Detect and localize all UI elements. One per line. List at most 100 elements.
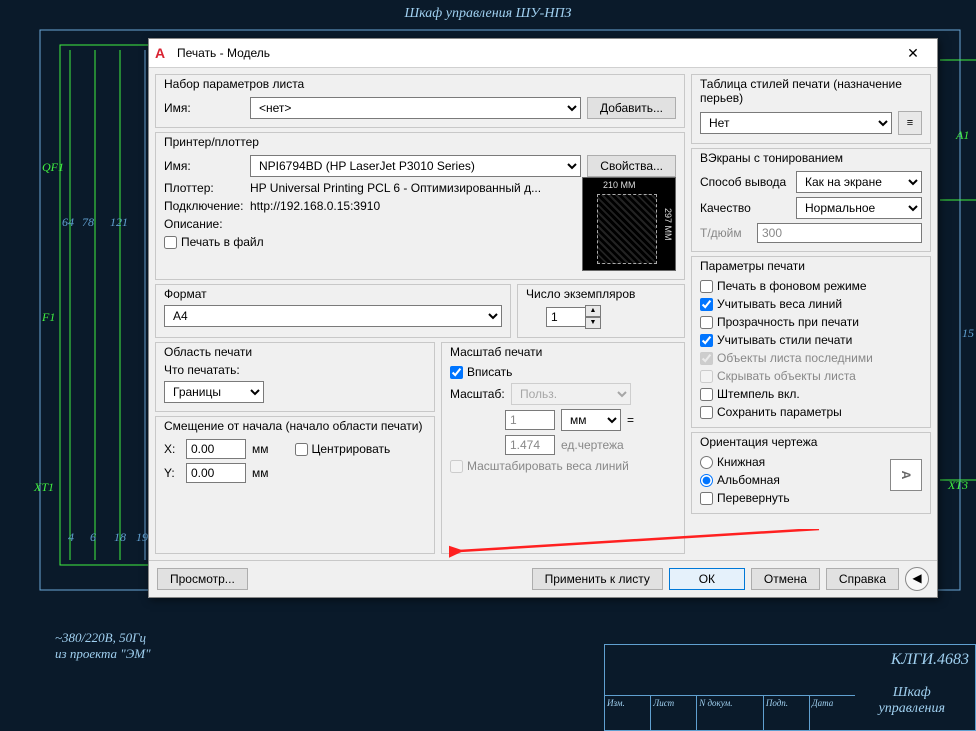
viewport-group: ВЭкраны с тонированием Способ вывода Как … bbox=[691, 148, 931, 252]
cad-label-15: 15 bbox=[962, 326, 974, 341]
paper-preview: 210 MM 297 MM bbox=[582, 177, 676, 271]
opt-bg-label: Печать в фоновом режиме bbox=[717, 279, 867, 293]
orientation-group: Ориентация чертежа Книжная Альбомная Пер… bbox=[691, 432, 931, 514]
opt-stamp-label: Штемпель вкл. bbox=[717, 387, 800, 401]
scale-unit2: ед.чертежа bbox=[561, 438, 624, 452]
connection-label: Подключение: bbox=[164, 199, 244, 213]
offset-y-unit: мм bbox=[252, 466, 269, 480]
options-legend: Параметры печати bbox=[700, 259, 922, 273]
viewport-dpi-label: Т/дюйм bbox=[700, 226, 751, 240]
cancel-button[interactable]: Отмена bbox=[751, 568, 820, 590]
copies-spinner[interactable]: ▲▼ bbox=[546, 305, 601, 329]
orientation-flip-checkbox[interactable]: Перевернуть bbox=[700, 491, 922, 505]
app-icon: A bbox=[155, 45, 171, 61]
format-select[interactable]: A4 bbox=[164, 305, 502, 327]
offset-y-label: Y: bbox=[164, 466, 180, 480]
cad-titleblock: КЛГИ.4683 Шкаф управления Изм. Лист N до… bbox=[604, 644, 976, 731]
tb-col-3: Подп. bbox=[764, 696, 810, 730]
opt-styles-label: Учитывать стили печати bbox=[717, 333, 852, 347]
printer-props-button[interactable]: Свойства... bbox=[587, 155, 676, 177]
orientation-landscape-radio[interactable]: Альбомная bbox=[700, 473, 922, 487]
viewport-quality-select[interactable]: Нормальное bbox=[796, 197, 922, 219]
plotter-value: HP Universal Printing PCL 6 - Оптимизиро… bbox=[250, 181, 574, 195]
copies-input[interactable] bbox=[546, 307, 586, 327]
scale-fit-label: Вписать bbox=[467, 365, 512, 379]
opt-stamp-checkbox[interactable]: Штемпель вкл. bbox=[700, 387, 922, 401]
close-button[interactable]: ✕ bbox=[895, 42, 931, 64]
cad-label-78: 78 bbox=[82, 215, 94, 230]
opt-save-label: Сохранить параметры bbox=[717, 405, 842, 419]
ok-button[interactable]: ОК bbox=[669, 568, 745, 590]
copies-up[interactable]: ▲ bbox=[585, 305, 601, 317]
apply-button[interactable]: Применить к листу bbox=[532, 568, 663, 590]
area-what-select[interactable]: Границы bbox=[164, 381, 264, 403]
cad-label-b4: 4 bbox=[68, 530, 74, 545]
preview-width: 210 MM bbox=[603, 180, 636, 190]
opt-lw-checkbox[interactable]: Учитывать веса линий bbox=[700, 297, 922, 311]
scale-lineweights-checkbox: Масштабировать веса линий bbox=[450, 459, 676, 473]
cad-label-b6: 6 bbox=[90, 530, 96, 545]
viewport-mode-select[interactable]: Как на экране bbox=[796, 171, 922, 193]
orientation-icon: A bbox=[890, 459, 922, 491]
help-button[interactable]: Справка bbox=[826, 568, 899, 590]
options-group: Параметры печати Печать в фоновом режиме… bbox=[691, 256, 931, 428]
printer-name-select[interactable]: NPI6794BD (HP LaserJet P3010 Series) bbox=[250, 155, 581, 177]
styletable-select[interactable]: Нет bbox=[700, 112, 892, 134]
viewport-mode-label: Способ вывода bbox=[700, 175, 790, 189]
cad-label-xt1: XT1 bbox=[34, 480, 54, 495]
area-legend: Область печати bbox=[164, 345, 426, 359]
print-to-file-checkbox[interactable]: Печать в файл bbox=[164, 235, 574, 249]
offset-center-checkbox[interactable]: Центрировать bbox=[295, 442, 391, 456]
orientation-portrait-radio[interactable]: Книжная bbox=[700, 455, 922, 469]
area-what-label: Что печатать: bbox=[164, 363, 426, 377]
scale-legend: Масштаб печати bbox=[450, 345, 676, 359]
orientation-landscape-label: Альбомная bbox=[717, 473, 780, 487]
opt-transp-label: Прозрачность при печати bbox=[717, 315, 859, 329]
opt-hide-checkbox: Скрывать объекты листа bbox=[700, 369, 922, 383]
cad-label-b19: 19 bbox=[136, 530, 148, 545]
orientation-legend: Ориентация чертежа bbox=[700, 435, 922, 449]
print-dialog: A Печать - Модель ✕ Набор параметров лис… bbox=[148, 38, 938, 598]
styletable-group: Таблица стилей печати (назначение перьев… bbox=[691, 74, 931, 144]
opt-lw-label: Учитывать веса линий bbox=[717, 297, 842, 311]
cad-titleblock-name: Шкаф управления bbox=[879, 685, 945, 717]
pageset-name-label: Имя: bbox=[164, 101, 244, 115]
copies-legend: Число экземпляров bbox=[526, 287, 676, 301]
printer-group: Принтер/плоттер Имя: NPI6794BD (HP Laser… bbox=[155, 132, 685, 280]
cad-label-qf1: QF1 bbox=[42, 160, 64, 175]
scale-group: Масштаб печати Вписать Масштаб: Польз. м… bbox=[441, 342, 685, 554]
styletable-edit-button[interactable]: ≡ bbox=[898, 111, 922, 135]
viewport-quality-label: Качество bbox=[700, 201, 790, 215]
offset-x-input[interactable] bbox=[186, 439, 246, 459]
scale-select: Польз. bbox=[511, 383, 631, 405]
pageset-add-button[interactable]: Добавить... bbox=[587, 97, 676, 119]
expand-button[interactable]: ◀ bbox=[905, 567, 929, 591]
preview-button[interactable]: Просмотр... bbox=[157, 568, 248, 590]
offset-center-label: Центрировать bbox=[312, 442, 391, 456]
offset-y-input[interactable] bbox=[186, 463, 246, 483]
opt-bg-checkbox[interactable]: Печать в фоновом режиме bbox=[700, 279, 922, 293]
viewport-legend: ВЭкраны с тонированием bbox=[700, 151, 922, 165]
orientation-portrait-label: Книжная bbox=[717, 455, 765, 469]
opt-styles-checkbox[interactable]: Учитывать стили печати bbox=[700, 333, 922, 347]
offset-x-unit: мм bbox=[252, 442, 269, 456]
preview-height: 297 MM bbox=[663, 208, 673, 241]
copies-down[interactable]: ▼ bbox=[585, 317, 601, 329]
pageset-group: Набор параметров листа Имя: <нет> Добави… bbox=[155, 74, 685, 128]
dialog-title: Печать - Модель bbox=[177, 46, 895, 60]
opt-save-checkbox[interactable]: Сохранить параметры bbox=[700, 405, 922, 419]
styletable-legend: Таблица стилей печати (назначение перьев… bbox=[700, 77, 922, 105]
printer-name-label: Имя: bbox=[164, 159, 244, 173]
cad-notes: ~380/220В, 50Гц из проекта "ЭМ" bbox=[55, 630, 151, 662]
offset-x-label: X: bbox=[164, 442, 180, 456]
pageset-name-select[interactable]: <нет> bbox=[250, 97, 581, 119]
scale-unit1-select[interactable]: мм bbox=[561, 409, 621, 431]
plotter-label: Плоттер: bbox=[164, 181, 244, 195]
cad-label-f1: F1 bbox=[42, 310, 55, 325]
scale-fit-checkbox[interactable]: Вписать bbox=[450, 365, 676, 379]
tb-col-0: Изм. bbox=[605, 696, 651, 730]
pageset-legend: Набор параметров листа bbox=[164, 77, 676, 91]
scale-lineweights-label: Масштабировать веса линий bbox=[467, 459, 629, 473]
opt-transp-checkbox[interactable]: Прозрачность при печати bbox=[700, 315, 922, 329]
area-group: Область печати Что печатать: Границы bbox=[155, 342, 435, 412]
